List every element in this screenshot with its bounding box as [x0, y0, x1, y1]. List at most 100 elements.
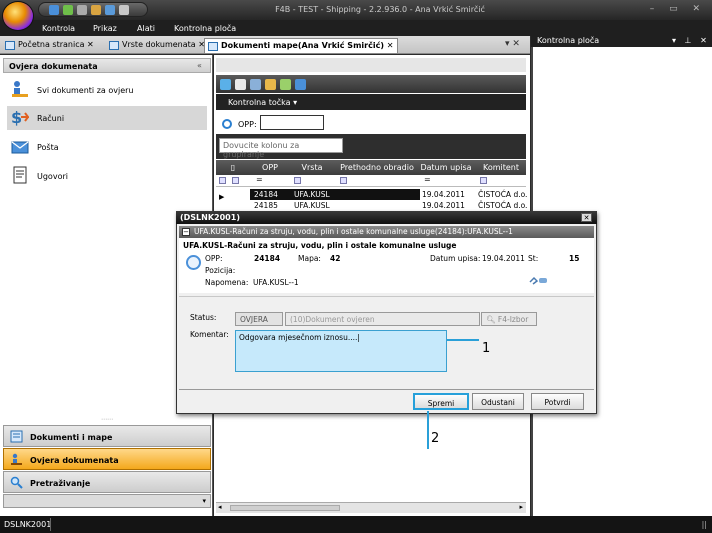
tab-pocetna-stranica[interactable]: Početna stranica ✕ — [2, 38, 98, 53]
folder-icon[interactable] — [91, 4, 101, 15]
cell-komitent: ČISTOĆA d.o. — [478, 190, 528, 199]
filter-icon[interactable] — [219, 177, 226, 184]
menu-kontrola[interactable]: Kontrola — [42, 24, 75, 33]
close-icon[interactable]: ✕ — [87, 40, 94, 49]
configure-buttons-icon[interactable]: ▾ — [202, 497, 206, 505]
attachment-icon[interactable] — [528, 276, 548, 285]
nav-ovjera-dokumenata[interactable]: Ovjera dokumenata — [3, 448, 211, 470]
kontrolna-tocka-dropdown[interactable]: Kontrolna točka ▾ — [216, 94, 526, 110]
komentar-textarea[interactable]: Odgovara mjesečnom iznosu....| — [235, 330, 447, 372]
datum-upisa-value: 19.04.2011 — [482, 254, 525, 263]
confirm-button[interactable]: Potvrdi — [531, 393, 584, 410]
resize-grip-icon[interactable]: || — [702, 520, 707, 529]
filter-icon[interactable] — [294, 177, 301, 184]
datum-upisa-label: Datum upisa: — [430, 254, 481, 263]
mail-icon — [11, 141, 29, 154]
cell-datum: 19.04.2011 — [422, 190, 465, 199]
status-lookup-button[interactable]: 🔍︎ F4-Izbor — [481, 312, 537, 326]
grid-header: ▯ OPP Vrsta Prethodno obradio Datum upis… — [216, 160, 526, 175]
group-by-hint[interactable]: Dovucite kolonu za grupiranje — [219, 138, 343, 159]
pozicija-label: Pozicija: — [205, 266, 236, 275]
left-item-ugovori[interactable]: Ugovori — [7, 164, 207, 188]
link-icon[interactable] — [295, 78, 306, 90]
save-icon[interactable] — [77, 4, 87, 15]
edit-icon[interactable] — [235, 78, 246, 90]
collapse-toggle-icon[interactable]: − — [182, 228, 190, 236]
status-label: Status: — [190, 313, 217, 322]
filter-icon[interactable] — [340, 177, 347, 184]
settings-icon[interactable] — [105, 4, 115, 15]
application-orb-icon[interactable] — [2, 1, 34, 31]
tab-dokumenti-mape[interactable]: Dokumenti mape(Ana Vrkić Smirčić) ✕ — [204, 38, 399, 53]
menu-kontrolna-ploca[interactable]: Kontrolna ploča — [174, 24, 236, 33]
menu-bar: Kontrola Prikaz Alati Kontrolna ploča — [0, 20, 712, 36]
right-panel-controls[interactable]: ▾ ⊥ ✕ — [672, 36, 710, 45]
document-toolbar — [216, 75, 526, 93]
table-row[interactable]: 24185 UFA.KUSL 19.04.2011 ČISTOĆA d.o. — [216, 200, 528, 211]
folder-icon[interactable] — [265, 78, 276, 90]
approval-icon — [11, 453, 22, 465]
close-icon[interactable]: ✕ — [581, 213, 592, 222]
documents-icon — [10, 430, 23, 443]
nav-dokumenti-i-mape[interactable]: Dokumenti i mape — [3, 425, 211, 447]
cancel-button[interactable]: Odustani — [472, 393, 524, 410]
cell-komitent: ČISTOĆA d.o. — [478, 201, 528, 210]
splitter-grip[interactable]: ⋯⋯ — [3, 416, 211, 424]
lookup-label: F4-Izbor — [497, 315, 529, 324]
napomena-value: UFA.KUSL--1 — [253, 278, 299, 287]
close-icon[interactable]: ✕ — [387, 41, 394, 50]
mapa-label: Mapa: — [298, 254, 321, 263]
nav-pretrazivanje[interactable]: Pretraživanje — [3, 471, 211, 493]
column-header-vrsta[interactable]: Vrsta — [292, 163, 332, 172]
scroll-right-icon[interactable]: ▸ — [519, 503, 523, 511]
cell-datum: 19.04.2011 — [422, 201, 465, 210]
opp-label: OPP: — [205, 254, 223, 263]
filter-operator[interactable]: = — [424, 175, 431, 184]
column-header-komitent[interactable]: Komitent — [478, 163, 524, 172]
opp-value: 24184 — [254, 254, 281, 263]
filter-operator[interactable]: = — [256, 175, 263, 184]
left-item-racuni[interactable]: $ Računi — [7, 106, 207, 130]
scroll-thumb[interactable] — [230, 505, 340, 511]
left-panel-title: Ovjera dokumenata — [3, 58, 211, 73]
tab-label: Vrste dokumenata — [122, 40, 196, 49]
menu-alati[interactable]: Alati — [137, 24, 155, 33]
collapse-icon[interactable]: « — [197, 61, 202, 70]
st-label: St: — [528, 254, 539, 263]
row-select-header-icon[interactable]: ▯ — [228, 163, 238, 172]
scroll-left-icon[interactable]: ◂ — [218, 503, 222, 511]
table-row[interactable]: 24184 UFA.KUSL 19.04.2011 ČISTOĆA d.o. — [216, 189, 528, 200]
tab-label: Početna stranica — [18, 40, 85, 49]
cell-opp: 24185 — [254, 201, 278, 210]
left-item-label: Pošta — [37, 143, 59, 152]
status-code-field[interactable]: OVJERA — [235, 312, 283, 326]
filter-icon[interactable] — [480, 177, 487, 184]
nav-label: Pretraživanje — [30, 479, 91, 488]
new-document-icon[interactable] — [220, 78, 231, 90]
tab-vrste-dokumenata[interactable]: Vrste dokumenata ✕ — [106, 38, 209, 53]
filter-icon[interactable] — [232, 177, 239, 184]
save-button[interactable]: Spremi — [413, 393, 469, 410]
dialog-separator — [179, 296, 594, 297]
attach-icon[interactable] — [250, 78, 261, 90]
tab-strip-controls[interactable]: ▾ ✕ — [505, 39, 520, 49]
window-controls[interactable]: – ▭ ✕ — [650, 4, 706, 14]
left-item-svi-dokumenti[interactable]: Svi dokumenti za ovjeru — [7, 78, 207, 102]
callout-number-2: 2 — [431, 431, 440, 446]
menu-prikaz[interactable]: Prikaz — [93, 24, 117, 33]
grid-filter-row: = = — [216, 175, 526, 187]
quick-access-toolbar — [38, 2, 148, 17]
home-icon[interactable] — [49, 4, 59, 15]
horizontal-scrollbar[interactable]: ◂ ▸ — [216, 502, 526, 513]
cell-opp: 24184 — [254, 190, 278, 199]
column-header-prethodno[interactable]: Prethodno obradio — [336, 163, 418, 172]
opp-filter-input[interactable] — [260, 115, 324, 130]
column-header-datum[interactable]: Datum upisa — [420, 163, 472, 172]
column-header-opp[interactable]: OPP — [250, 163, 290, 172]
refresh-icon[interactable] — [63, 4, 73, 15]
approve-icon[interactable] — [280, 78, 291, 90]
left-item-posta[interactable]: Pošta — [7, 135, 207, 159]
nav-footer: ▾ — [3, 494, 211, 508]
monitor-icon — [208, 42, 218, 51]
print-icon[interactable] — [119, 4, 129, 15]
